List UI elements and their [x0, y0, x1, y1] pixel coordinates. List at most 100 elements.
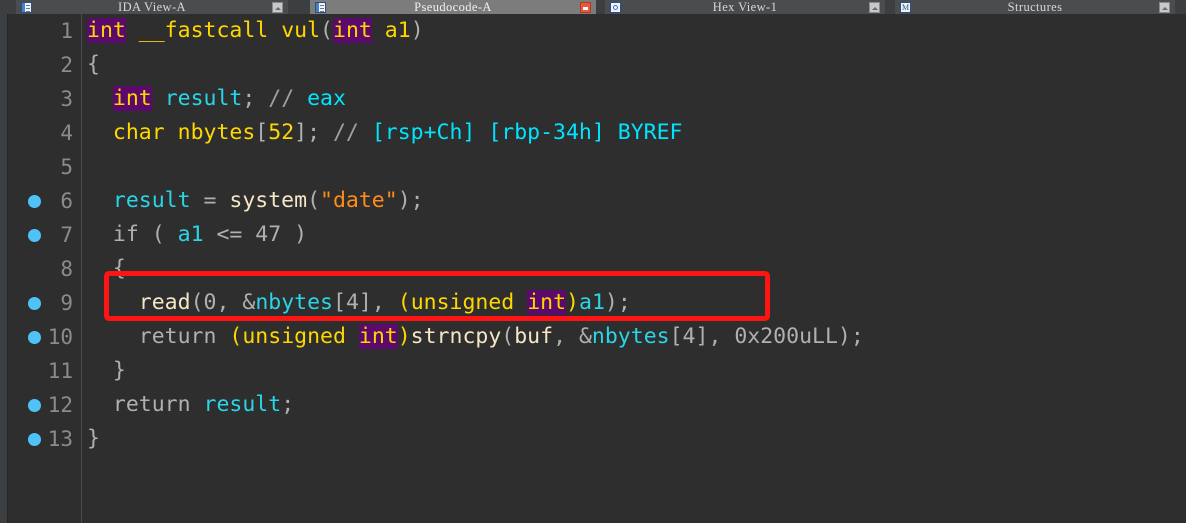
line-number: 1 — [60, 19, 73, 43]
tab-label: Hex View-1 — [712, 0, 778, 14]
gutter-row[interactable]: 10 — [8, 320, 81, 354]
gutter-row[interactable]: 7 — [8, 218, 81, 252]
code-token: result — [164, 86, 243, 111]
code-token: a1 — [579, 290, 605, 315]
code-token: <= — [203, 222, 256, 247]
code-line[interactable]: char nbytes[52]; // [rsp+Ch] [rbp-34h] B… — [83, 116, 1186, 150]
code-token: __fastcall — [138, 18, 269, 43]
code-token: int — [358, 324, 398, 349]
breakpoint-marker-icon[interactable] — [28, 433, 41, 446]
code-token: ); — [397, 188, 424, 213]
tab-ida-view-a[interactable]: IDA View-A — [16, 0, 288, 14]
code-token: int — [333, 18, 372, 43]
code-line[interactable]: read(0, &nbytes[4], (unsigned int)a1); — [83, 286, 1186, 320]
collapse-icon[interactable] — [272, 1, 283, 13]
gutter-row[interactable]: 6 — [8, 184, 81, 218]
code-line[interactable]: int __fastcall vul(int a1) — [83, 14, 1186, 48]
collapse-icon[interactable] — [869, 1, 880, 13]
code-line[interactable]: return (unsigned int)strncpy(buf, &nbyte… — [83, 320, 1186, 354]
breakpoint-marker-icon[interactable] — [28, 331, 41, 344]
breakpoint-marker-icon[interactable] — [28, 399, 41, 412]
code-token: ; — [242, 86, 269, 111]
tab-hex-view-1[interactable]: Hex View-1 — [605, 0, 885, 14]
document-view-icon — [315, 1, 326, 13]
code-line[interactable]: { — [83, 252, 1186, 286]
line-number: 7 — [60, 223, 73, 247]
code-token: ) — [281, 222, 308, 247]
structures-icon — [900, 1, 911, 13]
gutter-row[interactable]: 11 — [8, 354, 81, 388]
code-line[interactable] — [83, 150, 1186, 184]
pseudocode-editor[interactable]: 1 2 3 4 5 6 7 8 9 10 11 12 13 int __fastcall vul(int… — [0, 14, 1186, 523]
code-token: , — [216, 290, 243, 315]
code-token: unsigned — [410, 290, 515, 315]
code-line[interactable]: if ( a1 <= 47 ) — [83, 218, 1186, 252]
close-icon-red[interactable] — [580, 1, 591, 13]
line-number: 13 — [47, 427, 73, 451]
gutter-row[interactable]: 5 — [8, 150, 81, 184]
code-token: [ — [332, 290, 346, 315]
tab-label: IDA View-A — [118, 0, 186, 14]
code-token: ) — [566, 290, 579, 315]
gutter-row[interactable]: 9 — [8, 286, 81, 320]
code-token: read — [138, 290, 191, 315]
gutter-row[interactable]: 2 — [8, 48, 81, 82]
collapse-icon[interactable] — [1159, 1, 1170, 13]
code-token: 52 — [268, 120, 295, 145]
code-token: ( — [397, 290, 411, 315]
code-line[interactable]: } — [83, 354, 1186, 388]
gutter-row[interactable]: 1 — [8, 14, 81, 48]
line-number: 9 — [60, 291, 73, 315]
code-token: ]; — [294, 120, 333, 145]
code-token: char — [112, 120, 165, 145]
breakpoint-marker-icon[interactable] — [28, 297, 41, 310]
tab-structures[interactable]: Structures — [895, 0, 1175, 14]
code-token: & — [242, 290, 256, 315]
code-token: unsigned — [242, 324, 346, 349]
code-line[interactable]: { — [83, 48, 1186, 82]
breakpoint-marker-icon[interactable] — [28, 229, 41, 242]
code-token: // — [332, 120, 359, 145]
gutter-row[interactable]: 8 — [8, 252, 81, 286]
tab-bar: IDA View-A Pseudocode-A Hex View-1 Structur… — [0, 0, 1186, 14]
code-token: int — [527, 290, 567, 315]
gutter-row[interactable]: 4 — [8, 116, 81, 150]
code-token: 0 — [203, 290, 217, 315]
code-line[interactable]: result = system("date"); — [83, 184, 1186, 218]
code-token: ], — [358, 290, 398, 315]
line-number: 11 — [47, 359, 73, 383]
gutter-row[interactable]: 13 — [8, 422, 81, 456]
line-number: 8 — [60, 257, 73, 281]
code-token: { — [87, 52, 100, 77]
line-number-gutter[interactable]: 1 2 3 4 5 6 7 8 9 10 11 12 13 — [8, 14, 82, 523]
code-token: ) — [410, 18, 424, 43]
code-pane[interactable]: int __fastcall vul(int a1){ int result; … — [83, 14, 1186, 523]
tab-pseudocode-a[interactable]: Pseudocode-A — [310, 0, 596, 14]
code-token: result — [203, 392, 282, 417]
code-line[interactable]: int result; // eax — [83, 82, 1186, 116]
editor-left-rail — [0, 14, 8, 523]
code-token: nbytes — [177, 120, 256, 145]
breakpoint-marker-icon[interactable] — [28, 195, 41, 208]
code-token: ( — [138, 222, 178, 247]
code-token: 4 — [682, 324, 696, 349]
code-token: ( — [229, 324, 243, 349]
code-line[interactable]: } — [83, 422, 1186, 456]
code-line[interactable]: return result; — [83, 388, 1186, 422]
code-token: vul — [281, 18, 321, 43]
code-token: ) — [397, 324, 411, 349]
gutter-row[interactable]: 12 — [8, 388, 81, 422]
code-token: 0x200uLL — [734, 324, 838, 349]
code-token: strncpy — [410, 324, 502, 349]
code-token: return — [112, 392, 191, 417]
gutter-row[interactable]: 3 — [8, 82, 81, 116]
code-token: } — [87, 426, 100, 451]
